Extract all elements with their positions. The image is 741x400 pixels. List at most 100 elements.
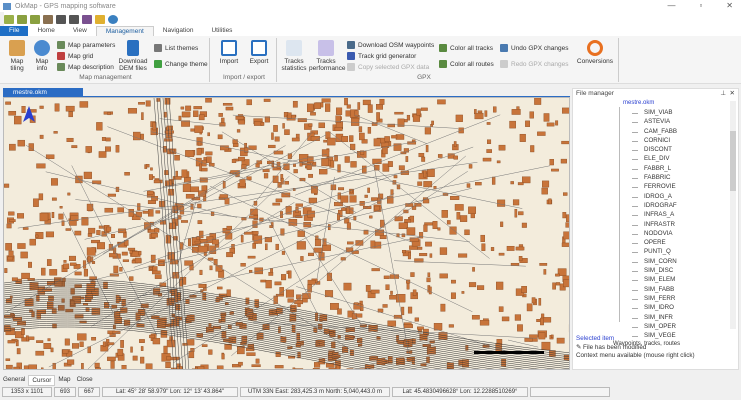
scrollbar-thumb[interactable] [730,131,736,191]
map-grid-button[interactable]: Map grid [57,52,93,60]
tree-root[interactable]: mestre.okm [623,99,728,108]
import-button[interactable]: Import [218,40,240,65]
download-dem-button[interactable]: Download DEM files [117,40,149,72]
scrollbar[interactable] [730,101,736,329]
folder-icon[interactable] [95,14,105,24]
bottom-tab-cursor[interactable]: Cursor [28,375,56,386]
track-grid-generator-button[interactable]: Track grid generator [347,52,416,60]
tree-layer-item[interactable]: FABBR_L [632,164,728,173]
gear-icon[interactable] [108,14,118,24]
status-field: Lat: 45° 28' 58.979" Lon: 12° 13' 43.864… [102,387,238,397]
building [186,339,195,346]
tree-layer-item[interactable]: DISCONT [632,145,728,154]
map-canvas[interactable] [4,98,570,370]
building [102,341,106,347]
tree-layer-item[interactable]: SIM_CORN [632,257,728,266]
copy-gpx-data-button[interactable]: Copy selected GPX data [347,63,429,71]
building [216,365,224,369]
map-view[interactable] [3,97,570,370]
bottom-tab-general[interactable]: General [0,375,28,386]
building [293,163,296,167]
list-themes-button[interactable]: List themes [154,44,198,52]
building [127,108,137,114]
tree-layer-item[interactable]: CORNICI [632,136,728,145]
tree-layer-item[interactable]: SIM_INFR [632,313,728,322]
change-theme-button[interactable]: Change theme [154,60,208,68]
tree-layer-item[interactable]: NODOVIA [632,229,728,238]
tree-layer-item[interactable]: ASTEVIA [632,117,728,126]
map-parameters-button[interactable]: Map parameters [57,41,115,49]
map-icon[interactable] [17,14,27,24]
map-icon[interactable] [30,14,40,24]
maximize-button[interactable]: ▫ [699,1,702,10]
tab-view[interactable]: View [64,26,96,36]
building [47,338,51,342]
map-info-button[interactable]: Map info [32,40,52,72]
building [137,203,141,211]
close-button[interactable]: ✕ [726,1,733,10]
building [318,122,325,129]
tab-utilities[interactable]: Utilities [202,26,241,36]
redo-gpx-button[interactable]: Redo GPX changes [500,60,568,68]
tree-layer-item[interactable]: IDROGRAF [632,201,728,210]
building [238,156,245,162]
map-tiling-button[interactable]: Map tiling [6,40,28,72]
building [205,98,212,103]
download-osm-waypoints-button[interactable]: Download OSM waypoints [347,41,434,49]
map-description-button[interactable]: Map description [57,63,114,71]
tab-home[interactable]: Home [28,26,63,36]
map-icon[interactable] [43,14,53,24]
tracks-performance-button[interactable]: Tracks performance [309,40,346,72]
building [194,240,201,244]
tree-layer-item[interactable]: SIM_FERR [632,294,728,303]
building [46,259,52,266]
building [307,103,314,113]
save-as-icon[interactable] [69,14,79,24]
open-map-icon[interactable] [4,14,14,24]
minimize-button[interactable]: — [667,1,675,10]
gpx-icon[interactable] [82,14,92,24]
tree-layer-item[interactable]: SIM_VIAB [632,108,728,117]
pin-icon[interactable]: ⊥ [720,89,726,98]
building [313,102,321,109]
tree-layer-item[interactable]: INFRAS_A [632,210,728,219]
tree-layer-item[interactable]: FERROVIE [632,182,728,191]
tracks-statistics-button[interactable]: Tracks statistics [281,40,307,72]
tree-layer-item[interactable]: CAM_FABB [632,127,728,136]
color-all-routes-button[interactable]: Color all routes [439,60,494,68]
bottom-tab-map[interactable]: Map [55,375,73,386]
tree-layer-item[interactable]: SIM_FABB [632,285,728,294]
building [106,226,112,232]
tree-layer-item[interactable]: PUNTI_Q [632,247,728,256]
tree-layer-item[interactable]: ELE_DIV [632,154,728,163]
building [219,194,229,199]
building [150,254,156,263]
building [98,151,107,158]
undo-gpx-button[interactable]: Undo GPX changes [500,44,568,52]
status-field: 1353 x 1101 [2,387,52,397]
tab-file[interactable]: File [0,26,29,36]
close-panel-icon[interactable]: ✕ [730,89,735,98]
tree-layer-item[interactable]: SIM_DISC [632,266,728,275]
tree-layer-item[interactable]: FABBRIC [632,173,728,182]
tree-layer-item[interactable]: IDROG_A [632,192,728,201]
tab-management[interactable]: Management [95,26,154,36]
tree-layer-item[interactable]: OPERE [632,238,728,247]
building [239,179,246,187]
tab-navigation[interactable]: Navigation [154,26,203,36]
building [515,246,525,251]
color-all-tracks-button[interactable]: Color all tracks [439,44,493,52]
building [199,269,203,275]
conversions-button[interactable]: Conversions [575,40,615,65]
tree-layer-item[interactable]: SIM_IDRO [632,303,728,312]
save-icon[interactable] [56,14,66,24]
bottom-tab-close[interactable]: Close [74,375,96,386]
tree-layer-item[interactable]: SIM_ELEM [632,275,728,284]
building [300,256,304,261]
building [124,172,130,176]
building [53,131,58,134]
building [198,245,208,253]
tree-layer-item[interactable]: SIM_OPER [632,322,728,331]
export-button[interactable]: Export [248,40,270,65]
tree-layer-item[interactable]: INFRASTR [632,220,728,229]
